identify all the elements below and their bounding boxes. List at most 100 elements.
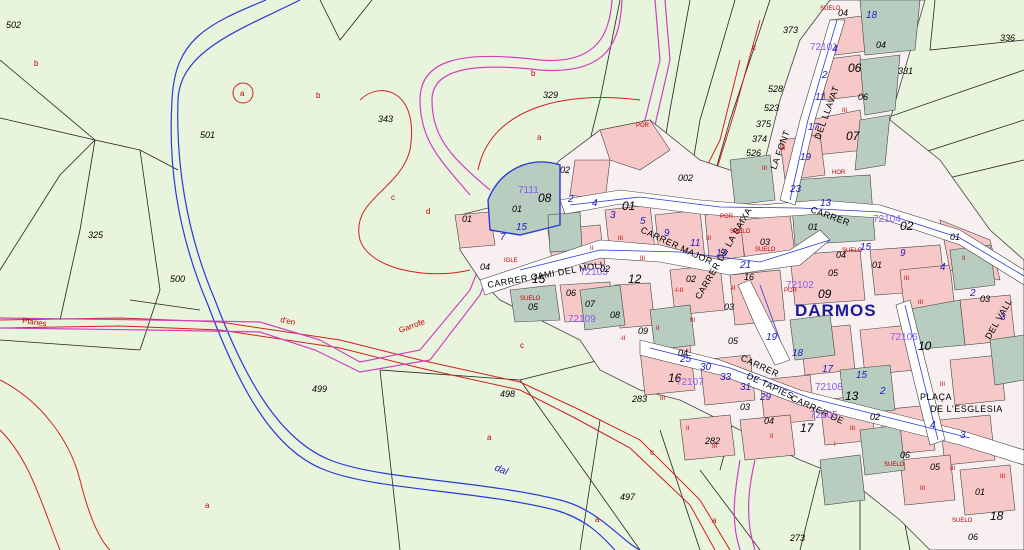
svg-text:4: 4 xyxy=(940,262,946,273)
svg-text:01: 01 xyxy=(622,199,635,213)
svg-text:a: a xyxy=(205,501,210,510)
svg-text:II: II xyxy=(770,434,774,440)
svg-text:04: 04 xyxy=(678,348,688,358)
svg-text:01: 01 xyxy=(808,222,818,232)
svg-text:05: 05 xyxy=(930,462,941,472)
svg-text:33: 33 xyxy=(720,372,732,383)
svg-text:72109: 72109 xyxy=(568,314,596,325)
svg-text:III: III xyxy=(690,318,695,324)
svg-text:7111: 7111 xyxy=(518,185,539,196)
svg-text:SUELO: SUELO xyxy=(952,518,973,524)
svg-text:18: 18 xyxy=(792,348,804,359)
svg-text:31: 31 xyxy=(740,382,751,393)
svg-text:499: 499 xyxy=(312,384,327,394)
svg-text:02: 02 xyxy=(600,264,610,274)
svg-text:SUELO: SUELO xyxy=(520,296,541,302)
svg-text:01: 01 xyxy=(462,214,472,224)
svg-text:17: 17 xyxy=(800,421,815,435)
svg-text:IGLE: IGLE xyxy=(504,258,518,264)
svg-text:502: 502 xyxy=(6,20,21,30)
svg-text:29: 29 xyxy=(759,392,772,403)
svg-text:04: 04 xyxy=(876,40,886,50)
svg-text:12: 12 xyxy=(628,272,642,286)
svg-text:17: 17 xyxy=(822,364,834,375)
svg-text:06: 06 xyxy=(566,288,576,298)
svg-text:II: II xyxy=(590,246,594,252)
svg-text:2: 2 xyxy=(879,386,886,397)
svg-text:d: d xyxy=(426,207,430,216)
svg-text:5: 5 xyxy=(640,216,646,227)
svg-text:500: 500 xyxy=(170,274,185,284)
svg-text:4: 4 xyxy=(592,198,598,209)
svg-text:283: 283 xyxy=(631,394,647,404)
svg-text:III: III xyxy=(904,276,909,282)
svg-text:17: 17 xyxy=(808,122,820,133)
place-name-label: DARMOS xyxy=(795,301,877,320)
svg-text:4: 4 xyxy=(930,420,936,431)
svg-text:72104: 72104 xyxy=(873,214,901,225)
svg-text:04: 04 xyxy=(764,416,774,426)
svg-text:18: 18 xyxy=(990,509,1004,523)
svg-text:a: a xyxy=(537,133,542,142)
svg-text:-II: -II xyxy=(620,336,626,342)
svg-text:c: c xyxy=(391,193,395,202)
svg-text:19: 19 xyxy=(800,152,812,163)
svg-text:2: 2 xyxy=(969,288,976,299)
svg-text:III: III xyxy=(762,166,767,172)
svg-text:POR: POR xyxy=(636,123,650,129)
svg-text:06: 06 xyxy=(848,61,862,75)
svg-text:3: 3 xyxy=(960,430,966,441)
svg-text:b: b xyxy=(316,91,321,100)
svg-text:526: 526 xyxy=(746,148,761,158)
cadastral-map[interactable]: 502 325 500 501 499 498 497 343 329 283 … xyxy=(0,0,1024,550)
svg-text:375: 375 xyxy=(756,119,772,129)
svg-text:03: 03 xyxy=(724,302,734,312)
svg-text:SUELO: SUELO xyxy=(755,247,776,253)
svg-text:03: 03 xyxy=(740,402,750,412)
svg-text:331: 331 xyxy=(898,66,913,76)
svg-text:05: 05 xyxy=(728,336,739,346)
svg-text:III: III xyxy=(920,486,925,492)
svg-text:72108: 72108 xyxy=(815,382,843,393)
svg-text:11: 11 xyxy=(815,92,825,103)
svg-text:05: 05 xyxy=(828,268,839,278)
svg-text:06: 06 xyxy=(858,92,868,102)
svg-text:III: III xyxy=(780,146,785,152)
svg-text:PLAÇA: PLAÇA xyxy=(920,392,952,402)
svg-text:DE L'ESGLESIA: DE L'ESGLESIA xyxy=(930,404,1003,414)
svg-text:08: 08 xyxy=(538,191,552,205)
svg-text:09: 09 xyxy=(818,287,832,301)
svg-text:523: 523 xyxy=(764,103,779,113)
svg-text:HOR: HOR xyxy=(832,170,846,176)
svg-text:002: 002 xyxy=(678,173,693,183)
svg-text:05: 05 xyxy=(528,302,539,312)
svg-text:III: III xyxy=(712,444,717,450)
svg-text:III: III xyxy=(842,108,847,114)
svg-text:III: III xyxy=(940,382,945,388)
svg-text:343: 343 xyxy=(378,114,393,124)
svg-text:08: 08 xyxy=(610,310,620,320)
svg-text:13: 13 xyxy=(820,198,832,209)
svg-text:SUELO: SUELO xyxy=(730,229,751,235)
svg-text:15: 15 xyxy=(532,272,546,286)
svg-text:b: b xyxy=(531,69,536,78)
svg-text:SUELO: SUELO xyxy=(842,248,863,254)
svg-text:15: 15 xyxy=(856,370,868,381)
svg-text:02: 02 xyxy=(686,274,696,284)
svg-text:02: 02 xyxy=(900,219,914,233)
svg-text:19: 19 xyxy=(766,332,778,343)
svg-text:a: a xyxy=(487,433,492,442)
svg-text:II: II xyxy=(962,256,966,262)
svg-text:528: 528 xyxy=(768,84,783,94)
svg-text:III: III xyxy=(706,236,711,242)
svg-text:06: 06 xyxy=(900,450,910,460)
svg-text:15: 15 xyxy=(516,222,528,233)
svg-text:72105: 72105 xyxy=(810,410,838,421)
svg-text:16: 16 xyxy=(744,272,754,282)
svg-text:II: II xyxy=(656,326,660,332)
svg-text:SUELO: SUELO xyxy=(820,6,841,12)
svg-text:c: c xyxy=(650,448,654,457)
svg-text:III: III xyxy=(1000,474,1005,480)
svg-text:-I-II: -I-II xyxy=(674,288,683,294)
svg-text:01: 01 xyxy=(872,260,882,270)
